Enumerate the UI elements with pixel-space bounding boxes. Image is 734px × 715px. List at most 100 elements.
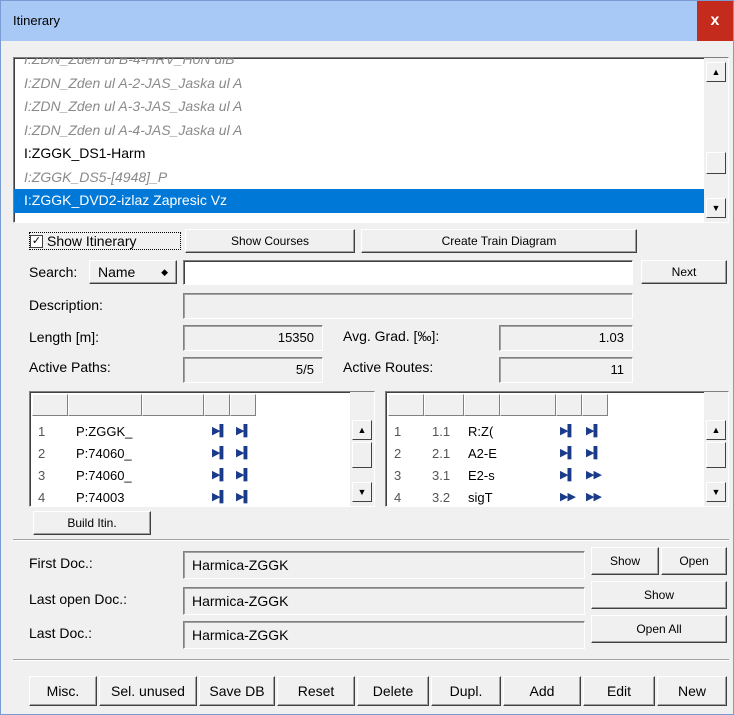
row-number: 3 bbox=[38, 468, 46, 483]
show-first-doc-button[interactable]: Show bbox=[591, 547, 659, 575]
show-courses-button[interactable]: Show Courses bbox=[185, 229, 355, 253]
column-header[interactable] bbox=[500, 394, 556, 416]
play-icon[interactable]: ▶▌ bbox=[560, 424, 575, 437]
column-header[interactable] bbox=[556, 394, 582, 416]
title-bar[interactable]: Itinerary x bbox=[1, 1, 733, 41]
first-doc-label: First Doc.: bbox=[29, 555, 93, 571]
scroll-up-icon[interactable]: ▲ bbox=[352, 420, 372, 440]
scroll-up-icon[interactable]: ▲ bbox=[706, 420, 726, 440]
show-itinerary-checkbox[interactable]: ✓ Show Itinerary bbox=[29, 232, 181, 250]
play-icon[interactable]: ▶▶ bbox=[586, 490, 602, 503]
scroll-up-icon[interactable]: ▲ bbox=[706, 62, 726, 82]
list-item[interactable]: I:ZGGK_DS1-Harm bbox=[14, 142, 704, 166]
column-header[interactable] bbox=[142, 394, 204, 416]
last-doc-label: Last Doc.: bbox=[29, 625, 93, 641]
play-icon[interactable]: ▶▶ bbox=[586, 468, 602, 481]
play-icon[interactable]: ▶▌ bbox=[236, 446, 251, 459]
save-db-button[interactable]: Save DB bbox=[199, 676, 275, 706]
misc-button[interactable]: Misc. bbox=[29, 676, 97, 706]
avg-grad-label: Avg. Grad. [‰]: bbox=[343, 328, 440, 344]
edit-button[interactable]: Edit bbox=[583, 676, 655, 706]
scroll-thumb[interactable] bbox=[352, 442, 372, 468]
build-itin-button[interactable]: Build Itin. bbox=[33, 511, 151, 535]
play-icon[interactable]: ▶▌ bbox=[212, 446, 227, 459]
route-id: 3.2 bbox=[432, 490, 451, 505]
active-paths-label: Active Paths: bbox=[29, 359, 111, 375]
list-item[interactable]: I:ZDN_Zden ul A-2-JAS_Jaska ul A bbox=[14, 72, 704, 96]
create-train-diagram-button[interactable]: Create Train Diagram bbox=[361, 229, 637, 253]
paths-grid-scrollbar[interactable]: ▲ ▼ bbox=[350, 392, 374, 506]
sel-unused-button[interactable]: Sel. unused bbox=[99, 676, 197, 706]
play-icon[interactable]: ▶▶ bbox=[560, 490, 576, 503]
play-icon[interactable]: ▶▌ bbox=[236, 424, 251, 437]
scroll-thumb[interactable] bbox=[706, 442, 726, 468]
divider bbox=[13, 539, 729, 541]
list-item[interactable]: I:ZDN_Zden ul A-4-JAS_Jaska ul A bbox=[14, 119, 704, 143]
column-header[interactable] bbox=[424, 394, 464, 416]
column-header[interactable] bbox=[230, 394, 256, 416]
add-button[interactable]: Add bbox=[503, 676, 581, 706]
play-icon[interactable]: ▶▌ bbox=[236, 468, 251, 481]
search-mode-dropdown[interactable]: Name ◆ bbox=[89, 260, 177, 284]
row-number: 3 bbox=[394, 468, 402, 483]
show-last-open-doc-button[interactable]: Show bbox=[591, 581, 727, 609]
routes-grid-scrollbar[interactable]: ▲ ▼ bbox=[704, 392, 728, 506]
play-icon[interactable]: ▶▌ bbox=[212, 468, 227, 481]
routes-grid[interactable]: 1 1.1 R:Z( ▶▌ ▶▌ 2 2.1 A2-E ▶▌ ▶▌ 3 3.1 … bbox=[385, 391, 729, 507]
scroll-down-icon[interactable]: ▼ bbox=[706, 198, 726, 218]
divider bbox=[13, 659, 729, 661]
open-first-doc-button[interactable]: Open bbox=[661, 547, 727, 575]
itinerary-list[interactable]: I:ZDN_Zden ul B-4-HRV_HoN ulB I:ZDN_Zden… bbox=[13, 57, 729, 223]
list-item[interactable]: I:ZDN_Zden ul A-3-JAS_Jaska ul A bbox=[14, 95, 704, 119]
play-icon[interactable]: ▶▌ bbox=[586, 446, 601, 459]
path-name: P:74060_ bbox=[76, 468, 132, 483]
scroll-down-icon[interactable]: ▼ bbox=[706, 482, 726, 502]
route-name: A2-E bbox=[468, 446, 497, 461]
scroll-down-icon[interactable]: ▼ bbox=[352, 482, 372, 502]
column-header[interactable] bbox=[204, 394, 230, 416]
path-name: P:ZGGK_ bbox=[76, 424, 133, 439]
column-header[interactable] bbox=[68, 394, 142, 416]
search-label: Search: bbox=[29, 264, 78, 280]
list-item-selected[interactable]: I:ZGGK_DVD2-izlaz Zapresic Vz bbox=[14, 189, 704, 213]
next-button[interactable]: Next bbox=[641, 260, 727, 284]
delete-button[interactable]: Delete bbox=[357, 676, 429, 706]
checkbox-icon[interactable]: ✓ bbox=[30, 235, 43, 248]
path-name: P:74003 bbox=[76, 490, 125, 505]
column-header[interactable] bbox=[464, 394, 500, 416]
list-item[interactable]: I:ZGGK_DS5-[4948]_P bbox=[14, 166, 704, 190]
reset-button[interactable]: Reset bbox=[277, 676, 355, 706]
scroll-thumb[interactable] bbox=[706, 152, 726, 174]
column-header[interactable] bbox=[388, 394, 424, 416]
play-icon[interactable]: ▶▌ bbox=[212, 424, 227, 437]
row-number: 4 bbox=[394, 490, 402, 505]
description-label: Description: bbox=[29, 297, 103, 313]
play-icon[interactable]: ▶▌ bbox=[236, 490, 251, 503]
active-routes-label: Active Routes: bbox=[343, 359, 434, 375]
route-id: 3.1 bbox=[432, 468, 451, 483]
column-header[interactable] bbox=[32, 394, 68, 416]
play-icon[interactable]: ▶▌ bbox=[560, 468, 575, 481]
row-number: 4 bbox=[38, 490, 46, 505]
row-number: 2 bbox=[38, 446, 46, 461]
active-paths-value: 5/5 bbox=[183, 357, 323, 383]
open-all-button[interactable]: Open All bbox=[591, 615, 727, 643]
route-name: E2-s bbox=[468, 468, 495, 483]
play-icon[interactable]: ▶▌ bbox=[586, 424, 601, 437]
duplicate-button[interactable]: Dupl. bbox=[431, 676, 501, 706]
dropdown-arrow-icon: ◆ bbox=[161, 267, 168, 277]
play-icon[interactable]: ▶▌ bbox=[212, 490, 227, 503]
row-number: 2 bbox=[394, 446, 402, 461]
last-open-doc-field: Harmica-ZGGK bbox=[183, 587, 585, 615]
list-item[interactable]: I:ZDN_Zden ul B-4-HRV_HoN ulB bbox=[14, 58, 704, 72]
itinerary-window: Itinerary x I:ZDN_Zden ul B-4-HRV_HoN ul… bbox=[0, 0, 734, 715]
paths-grid[interactable]: 1 P:ZGGK_ ▶▌ ▶▌ 2 P:74060_ ▶▌ ▶▌ 3 P:740… bbox=[29, 391, 375, 507]
first-doc-field: Harmica-ZGGK bbox=[183, 551, 585, 579]
column-header[interactable] bbox=[582, 394, 608, 416]
itinerary-list-scrollbar[interactable]: ▲ ▼ bbox=[704, 58, 728, 222]
length-label: Length [m]: bbox=[29, 329, 100, 345]
search-input[interactable] bbox=[183, 260, 633, 285]
play-icon[interactable]: ▶▌ bbox=[560, 446, 575, 459]
close-button[interactable]: x bbox=[697, 1, 733, 41]
new-button[interactable]: New bbox=[657, 676, 727, 706]
